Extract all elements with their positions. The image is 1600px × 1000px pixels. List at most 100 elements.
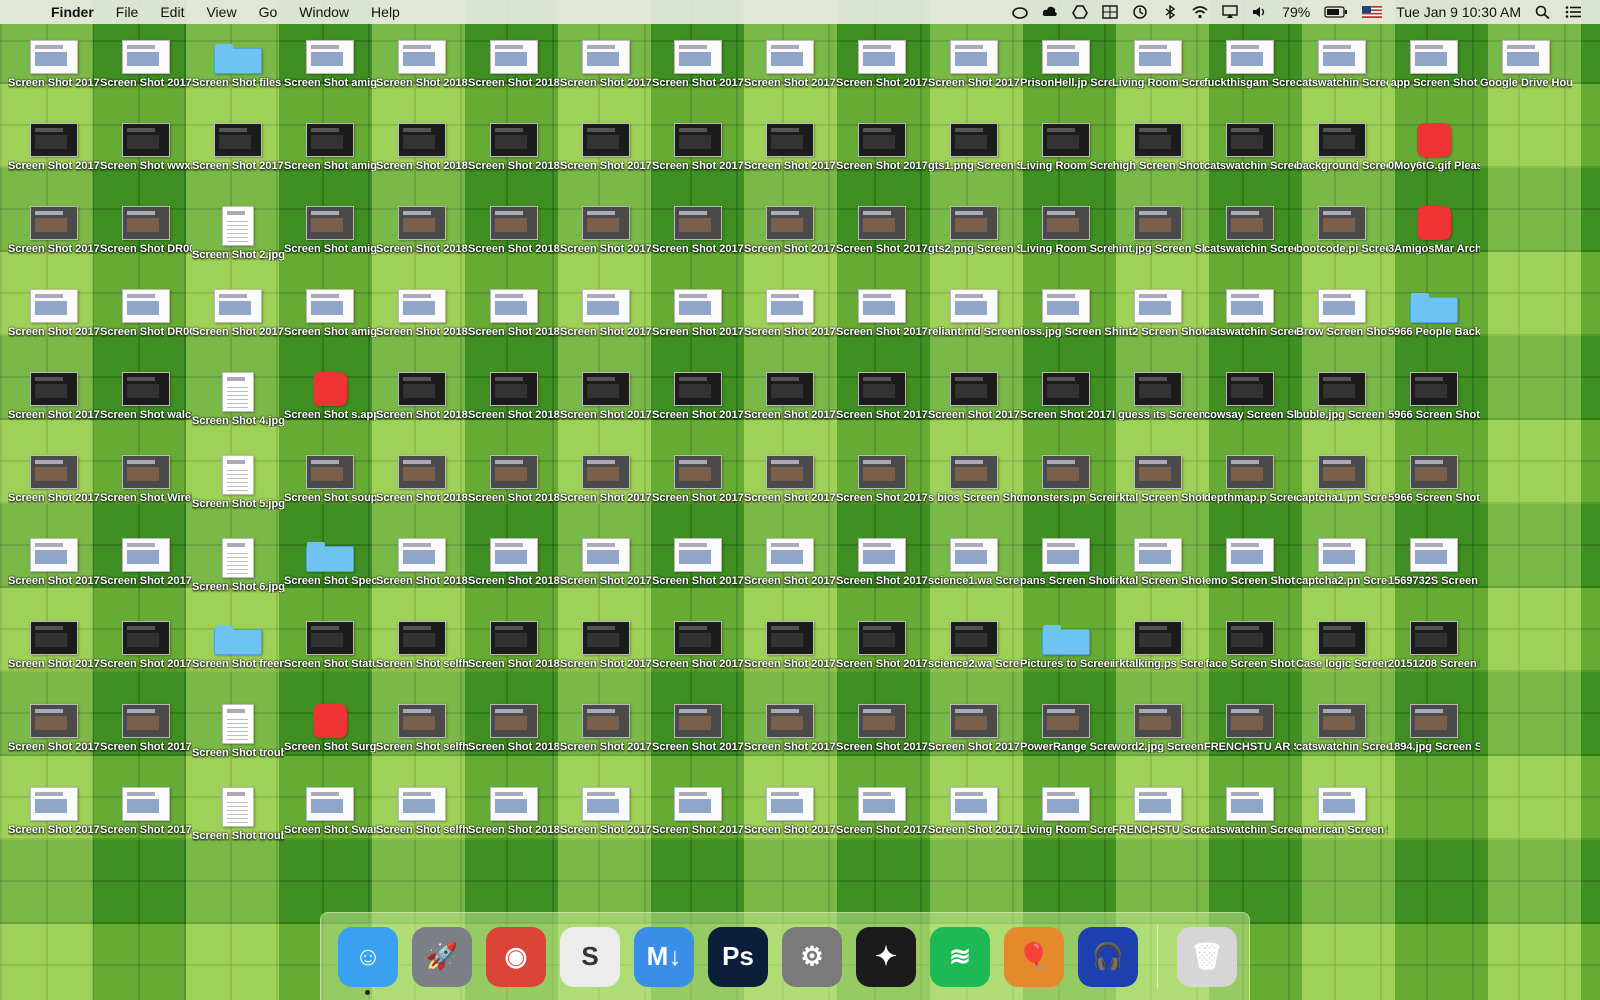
desktop-file-icon[interactable]: Screen Shot 2018....png bbox=[376, 532, 468, 616]
desktop-file-icon[interactable]: Screen Shot 2017...M.png bbox=[928, 366, 1020, 450]
desktop-file-icon[interactable]: Screen Shot DR00...1.png bbox=[100, 200, 192, 284]
desktop-file-icon[interactable]: Screen Shot 5.jpg bbox=[192, 449, 284, 533]
desktop-file-icon[interactable]: Screen Shot 2017...M.png bbox=[8, 117, 100, 201]
desktop-file-icon[interactable]: hint.jpg Screen Shot bbox=[1112, 200, 1204, 284]
desktop-file-icon[interactable]: Screen Shot selfhack 2.jpg bbox=[376, 615, 468, 699]
desktop-file-icon[interactable]: Screen Shot 2018....png bbox=[468, 449, 560, 533]
bluetooth-icon[interactable] bbox=[1162, 4, 1178, 20]
markdown-icon[interactable]: M↓ bbox=[634, 926, 694, 987]
desktop-file-icon[interactable]: Screen Shot 2017...M.png bbox=[836, 449, 928, 533]
desktop-file-icon[interactable]: Screen Shot 2017...M.png bbox=[8, 200, 100, 284]
desktop-file-icon[interactable]: Screen Shot 2017...M.png bbox=[744, 781, 836, 865]
desktop-file-icon[interactable]: Screen Shot 2018....png bbox=[468, 117, 560, 201]
desktop-file-icon[interactable]: bootcode.pi Screen Shot bbox=[1296, 200, 1388, 284]
desktop-file-icon[interactable]: Screen Shot 2018....png bbox=[468, 698, 560, 782]
desktop-file-icon[interactable]: 5966 People Backup bbox=[1388, 283, 1480, 367]
desktop-file-icon[interactable]: Screen Shot 2018....png bbox=[376, 449, 468, 533]
desktop-file-icon[interactable]: Screen Shot 2018....png bbox=[468, 366, 560, 450]
desktop-file-icon[interactable]: Screen Shot 2018....png bbox=[468, 781, 560, 865]
desktop-file-icon[interactable]: Screen Shot 2017...M.png bbox=[560, 698, 652, 782]
audacity-icon[interactable]: 🎧 bbox=[1078, 926, 1138, 987]
desktop-file-icon[interactable]: Screen Shot 2017...M.png bbox=[560, 781, 652, 865]
desktop-file-icon[interactable]: Screen Shot 2017...M.png bbox=[560, 200, 652, 284]
desktop-file-icon[interactable]: Case logic Screen Shot bbox=[1296, 615, 1388, 699]
desktop-file-icon[interactable]: Screen Shot freeng bbox=[192, 615, 284, 699]
desktop-file-icon[interactable]: Screen Shot troubleticke t2 2.jpg bbox=[192, 698, 284, 782]
desktop-file-icon[interactable]: Living Room Screen Shot bbox=[1020, 117, 1112, 201]
desktop-file-icon[interactable]: Screen Shot 2017...M.png bbox=[652, 781, 744, 865]
desktop-file-icon[interactable]: Screen Shot 2018....png bbox=[468, 34, 560, 118]
desktop-file-icon[interactable]: PrisonHell.jp Screen Shot bbox=[1020, 34, 1112, 118]
desktop-file-icon[interactable]: Screen Shot 2017...M.png bbox=[836, 34, 928, 118]
desktop-file-icon[interactable]: Screen Shot amigo 4.gif bbox=[284, 200, 376, 284]
desktop-file-icon[interactable]: Screen Shot walcoking bbox=[100, 366, 192, 450]
rocket-icon[interactable]: 🚀 bbox=[412, 926, 472, 987]
desktop-file-icon[interactable]: Screen Shot 2017...M.png bbox=[652, 366, 744, 450]
desktop-file-icon[interactable]: Screen Shot amigo 2.gif bbox=[284, 34, 376, 118]
desktop-file-icon[interactable]: Screen Shot 2017...M.png bbox=[744, 449, 836, 533]
menu-window[interactable]: Window bbox=[288, 4, 360, 20]
desktop-file-icon[interactable]: Screen Shot 2018....png bbox=[468, 615, 560, 699]
desktop-file-icon[interactable]: catswatchin Screen Shot bbox=[1204, 283, 1296, 367]
desktop-file-icon[interactable]: 1894.jpg Screen Shot bbox=[1388, 698, 1480, 782]
desktop-file-icon[interactable]: Screen Shot 2017...M.png bbox=[652, 200, 744, 284]
desktop-file-icon[interactable]: Screen Shot 2018....png bbox=[468, 532, 560, 616]
desktop-file-icon[interactable]: Screen Shot s.app bbox=[284, 366, 376, 450]
desktop-file-icon[interactable]: Screen Shot 2017...M.png bbox=[744, 117, 836, 201]
desktop-file-icon[interactable]: Screen Shot soup.png bbox=[284, 449, 376, 533]
desktop-file-icon[interactable]: Screen Shot 2017...M.png bbox=[560, 117, 652, 201]
davinci-icon[interactable]: ✦ bbox=[856, 926, 916, 987]
desktop-file-icon[interactable]: catswatchin Screen Shot bbox=[1296, 698, 1388, 782]
desktop-file-icon[interactable]: Screen Shot 2017...M.png bbox=[192, 117, 284, 201]
desktop-file-icon[interactable]: 1569732S Screen Shot bbox=[1388, 532, 1480, 616]
desktop-file-icon[interactable]: Screen Shot 2017...M.png bbox=[744, 34, 836, 118]
battery-icon[interactable] bbox=[1324, 5, 1348, 19]
desktop-file-icon[interactable]: 0Moy6tG.gif Please.app bbox=[1388, 117, 1480, 201]
desktop-file-icon[interactable]: Screen Shot 2017...M.png bbox=[652, 615, 744, 699]
desktop-file-icon[interactable]: Screen Shot Swarm3 16.md bbox=[284, 781, 376, 865]
desktop-file-icon[interactable]: Screen Shot 2017...M.png bbox=[836, 366, 928, 450]
desktop-file-icon[interactable]: 5966 Screen Shot bbox=[1388, 366, 1480, 450]
desktop-file-icon[interactable]: Screen Shot 2017...M.png bbox=[652, 117, 744, 201]
desktop-file-icon[interactable]: Screen Shot 2017...M.png bbox=[652, 34, 744, 118]
desktop-file-icon[interactable]: Screen Shot wwx...0.png bbox=[100, 117, 192, 201]
desktop-file-icon[interactable]: hint2 Screen Shot bbox=[1112, 283, 1204, 367]
desktop-file-icon[interactable]: Screen Shot 6.jpg bbox=[192, 532, 284, 616]
desktop-file-icon[interactable]: Pictures to Screen Shot bbox=[1020, 615, 1112, 699]
desktop-file-icon[interactable]: Screen Shot 2017...M.png bbox=[8, 283, 100, 367]
desktop-file-icon[interactable]: background Screen Shot bbox=[1296, 117, 1388, 201]
desktop-file-icon[interactable]: fuckthisgam Screen Shot bbox=[1204, 34, 1296, 118]
desktop-file-icon[interactable]: loss.jpg Screen Shot bbox=[1020, 283, 1112, 367]
desktop-file-icon[interactable]: Screen Shot Statue.jpg bbox=[284, 615, 376, 699]
desktop-file-icon[interactable]: Living Room Screen Shot bbox=[1112, 34, 1204, 118]
desktop-file-icon[interactable]: Screen Shot 2018....png bbox=[468, 283, 560, 367]
desktop-file-icon[interactable]: Screen Shot 2017...M.png bbox=[652, 532, 744, 616]
desktop-file-icon[interactable]: monsters.pn Screen Shot bbox=[1020, 449, 1112, 533]
menu-app-finder[interactable]: Finder bbox=[40, 4, 105, 20]
desktop-file-icon[interactable]: Screen Shot 2017...M.png bbox=[744, 366, 836, 450]
desktop-file-icon[interactable]: Screen Shot 2.jpg bbox=[192, 200, 284, 284]
google-drive-icon[interactable] bbox=[1072, 5, 1089, 19]
desktop-file-icon[interactable]: captcha1.pn Screen Shot bbox=[1296, 449, 1388, 533]
desktop-file-icon[interactable]: Screen Shot 2017...M.png bbox=[928, 781, 1020, 865]
desktop-file-icon[interactable]: Screen Shot 2017...M.png bbox=[836, 532, 928, 616]
desktop-file-icon[interactable]: Screen Shot 2017...M.png bbox=[192, 283, 284, 367]
desktop-file-icon[interactable]: Screen Shot 2017...M.png bbox=[836, 615, 928, 699]
desktop-file-icon[interactable]: depthmap.p Screen Shot bbox=[1204, 449, 1296, 533]
desktop-file-icon[interactable]: cowsay Screen Shot bbox=[1204, 366, 1296, 450]
balloon-icon[interactable]: 🎈 bbox=[1004, 926, 1064, 987]
cloud-upload-icon[interactable] bbox=[1042, 5, 1058, 19]
desktop-file-icon[interactable]: Screen Shot 2017...M.png bbox=[928, 698, 1020, 782]
desktop-file-icon[interactable]: Screen Shot 2017...M.png bbox=[652, 698, 744, 782]
desktop-file-icon[interactable]: Screen Shot 2018....png bbox=[376, 117, 468, 201]
desktop-file-icon[interactable]: Screen Shot amigo 3.gif bbox=[284, 117, 376, 201]
airplay-icon[interactable] bbox=[1222, 5, 1238, 19]
desktop-file-icon[interactable]: Screen Shot 2017...M.png bbox=[652, 449, 744, 533]
spotlight-search-icon[interactable] bbox=[1535, 5, 1551, 20]
desktop-file-icon[interactable]: reliant.md Screen Shot bbox=[928, 283, 1020, 367]
desktop-file-icon[interactable]: Screen Shot 2017...M.png bbox=[100, 532, 192, 616]
desktop-file-icon[interactable]: Screen Shot 2017...M.png bbox=[560, 34, 652, 118]
time-machine-icon[interactable] bbox=[1132, 5, 1148, 19]
desktop-file-icon[interactable]: FRENCHSTU Screen Shot bbox=[1112, 781, 1204, 865]
desktop-file-icon[interactable]: Screen Shot 2017...M.png bbox=[100, 698, 192, 782]
